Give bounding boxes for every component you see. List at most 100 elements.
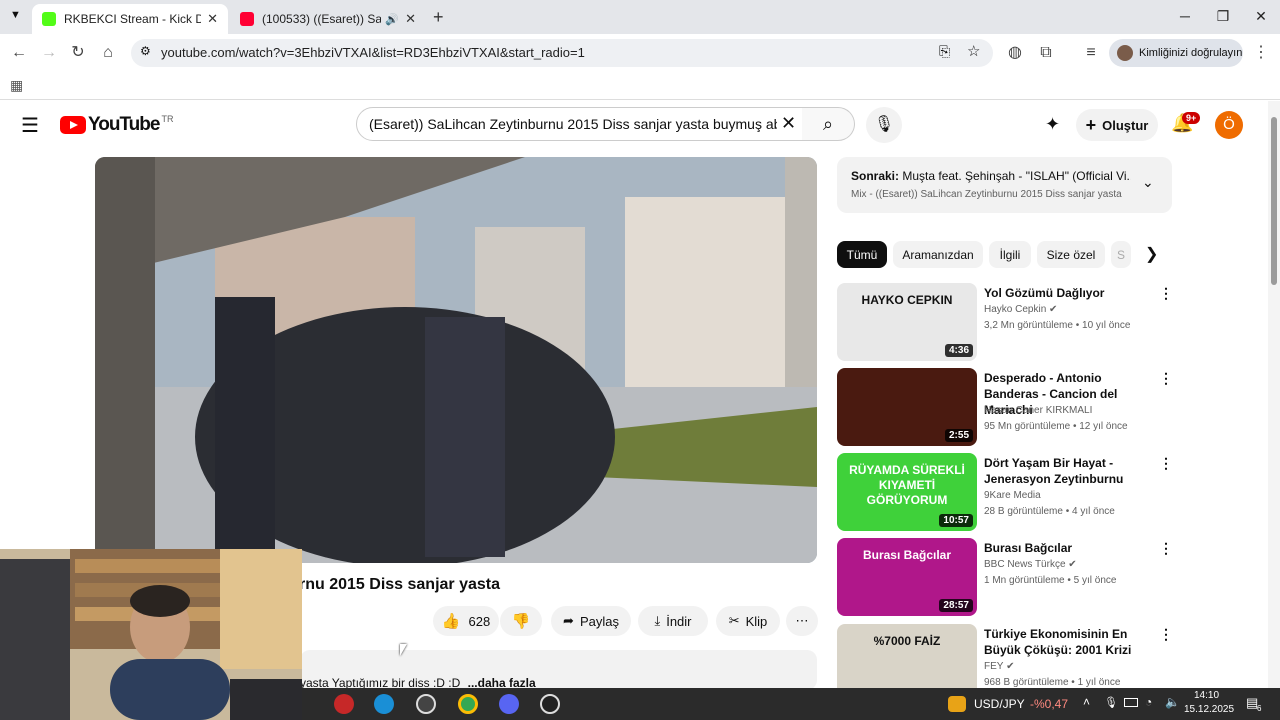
search-button[interactable]: ⌕ xyxy=(802,107,855,141)
recommendation-title[interactable]: Burası Bağcılar xyxy=(984,540,1154,556)
video-thumbnail[interactable]: HAYKO CEPKIN 4:36 xyxy=(837,283,977,361)
clip-button[interactable]: ✂ Klip xyxy=(716,606,780,636)
video-thumbnail[interactable]: 2:55 xyxy=(837,368,977,446)
youtube-logo[interactable]: YouTube TR xyxy=(60,114,173,136)
voice-search-button[interactable]: 🎙 xyxy=(866,107,902,143)
description-box[interactable]: yasta Yaptığımız bir diss :D :D ...daha … xyxy=(300,650,817,690)
tab-youtube-video[interactable]: (100533) ((Esaret)) SaLihcan 🔊 ✕ xyxy=(230,4,426,34)
recommendation-item[interactable]: HAYKO CEPKIN 4:36 Yol Gözümü Dağlıyor Hayko… xyxy=(837,283,1177,363)
chip-for-you[interactable]: Size özel xyxy=(1037,241,1105,268)
video-thumbnail[interactable]: Burası Bağcılar 28:57 xyxy=(837,538,977,616)
more-vertical-icon[interactable]: ⋮ xyxy=(1159,540,1173,557)
search-input[interactable]: (Esaret)) SaLihcan Zeytinburnu 2015 Diss… xyxy=(356,107,803,141)
tray-battery-icon[interactable] xyxy=(1124,698,1138,707)
page-scrollbar[interactable] xyxy=(1268,101,1280,688)
forward-icon[interactable]: → xyxy=(38,42,60,64)
edge-icon[interactable] xyxy=(374,694,394,714)
video-player[interactable] xyxy=(95,157,817,563)
recommendation-title[interactable]: Yol Gözümü Dağlıyor xyxy=(984,285,1154,301)
duration-badge: 10:57 xyxy=(939,514,973,527)
chip-all[interactable]: Tümü xyxy=(837,241,887,268)
autoplay-next-panel[interactable]: Sonraki: Muşta feat. Şehinşah - "ISLAH" … xyxy=(837,157,1172,213)
recommendation-title[interactable]: Türkiye Ekonomisinin En Büyük Çöküşü: 20… xyxy=(984,626,1154,658)
ticker-symbol[interactable]: USD/JPY xyxy=(974,697,1025,711)
recommendation-title[interactable]: Dört Yaşam Bir Hayat - Jenerasyon Zeytin… xyxy=(984,455,1154,487)
tray-mic-icon[interactable]: 🎙 xyxy=(1104,696,1118,709)
media-controls-icon[interactable]: ≡ xyxy=(1080,42,1102,64)
more-vertical-icon[interactable]: ⋮ xyxy=(1159,455,1173,472)
url-text: youtube.com/watch?v=3EhbziVTXAI&list=RD3… xyxy=(161,45,585,60)
obs-icon[interactable] xyxy=(416,694,436,714)
tray-volume-icon[interactable]: 🔈 xyxy=(1165,695,1180,709)
kick-favicon-icon xyxy=(42,12,56,26)
download-button[interactable]: ⤓ İndir xyxy=(638,606,708,636)
back-icon[interactable]: ← xyxy=(8,42,30,64)
more-vertical-icon[interactable]: ⋮ xyxy=(1159,626,1173,643)
create-button[interactable]: + Oluştur xyxy=(1076,109,1158,141)
channel-name[interactable]: FEY ✔ xyxy=(984,661,1014,672)
more-vertical-icon[interactable]: ⋮ xyxy=(1159,370,1173,387)
expand-chevron-icon[interactable]: ⌄ xyxy=(1142,174,1154,191)
address-bar[interactable]: ⚙ youtube.com/watch?v=3EhbziVTXAI&list=R… xyxy=(131,39,993,67)
close-window-icon[interactable]: ✕ xyxy=(1249,6,1273,26)
recommendation-item[interactable]: RÜYAMDA SÜREKLİ KIYAMETİ GÖRÜYORUM 10:57 D… xyxy=(837,453,1177,533)
video-frame xyxy=(95,157,817,563)
chip-partial[interactable]: S xyxy=(1111,241,1131,268)
reload-icon[interactable]: ↻ xyxy=(67,42,89,64)
taskbar-app-red-icon[interactable] xyxy=(334,694,354,714)
profile-button[interactable]: Kimliğinizi doğrulayın xyxy=(1109,39,1243,67)
video-thumbnail[interactable]: RÜYAMDA SÜREKLİ KIYAMETİ GÖRÜYORUM 10:57 xyxy=(837,453,977,531)
install-app-icon[interactable]: ⎘ xyxy=(939,43,950,60)
tray-overflow-icon[interactable]: ˄ xyxy=(1083,695,1090,709)
minimize-icon[interactable]: ─ xyxy=(1173,6,1197,26)
puzzle-extensions-icon[interactable]: ⧉ xyxy=(1035,42,1057,64)
channel-name[interactable]: Hasan Caner KIRKMALI xyxy=(984,405,1092,416)
site-info-icon[interactable]: ⚙ xyxy=(140,44,151,58)
more-vertical-icon[interactable]: ⋮ xyxy=(1159,285,1173,302)
premium-gift-icon[interactable]: ✦ xyxy=(1045,114,1060,135)
view-count: 3,2 Mn görüntüleme xyxy=(984,320,1073,331)
chip-from-search[interactable]: Aramanızdan xyxy=(893,241,983,268)
chrome-icon[interactable] xyxy=(458,694,478,714)
channel-name[interactable]: Hayko Cepkin ✔ xyxy=(984,304,1057,315)
chip-related[interactable]: İlgili xyxy=(989,241,1031,268)
upload-age: 1 yıl önce xyxy=(1077,677,1121,688)
channel-name[interactable]: BBC News Türkçe ✔ xyxy=(984,559,1077,570)
notification-count-badge: 9+ xyxy=(1182,112,1201,124)
more-actions-button[interactable]: ⋯ xyxy=(786,606,818,636)
speaker-icon[interactable]: 🔊 xyxy=(385,13,399,26)
upload-age: 10 yıl önce xyxy=(1082,320,1131,331)
chrome-menu-icon[interactable]: ⋮ xyxy=(1250,42,1272,64)
clear-search-icon[interactable]: ✕ xyxy=(781,113,796,134)
share-button[interactable]: ➦ Paylaş xyxy=(551,606,631,636)
app-record-icon[interactable] xyxy=(540,694,560,714)
like-button[interactable]: 👍 628 xyxy=(433,606,499,636)
bookmark-star-icon[interactable]: ☆ xyxy=(967,42,980,60)
maximize-icon[interactable]: ❐ xyxy=(1211,6,1235,26)
scissors-icon: ✂ xyxy=(728,613,740,628)
close-tab-icon[interactable]: ✕ xyxy=(207,11,218,27)
scrollbar-thumb[interactable] xyxy=(1271,117,1277,285)
chips-next-arrow-icon[interactable]: ❯ xyxy=(1145,244,1158,264)
recommendation-item[interactable]: Burası Bağcılar 28:57 Burası Bağcılar BBC N… xyxy=(837,538,1177,618)
dislike-button[interactable]: 👎 xyxy=(500,606,542,636)
close-tab-icon[interactable]: ✕ xyxy=(405,11,416,27)
extension-icon[interactable]: ◍ xyxy=(1004,42,1026,64)
tab-list-chevron-icon[interactable]: ▼ xyxy=(10,9,21,21)
tray-wifi-icon[interactable]: ◔ xyxy=(1145,695,1152,709)
menu-hamburger-icon[interactable]: ☰ xyxy=(21,113,39,138)
youtube-favicon-icon xyxy=(240,12,254,26)
apps-grid-icon[interactable]: ▦ xyxy=(10,77,23,94)
account-avatar[interactable]: Ö xyxy=(1215,111,1243,139)
channel-name[interactable]: 9Kare Media xyxy=(984,490,1041,501)
view-count: 28 B görüntüleme xyxy=(984,506,1063,517)
discord-icon[interactable] xyxy=(499,694,519,714)
download-label: İndir xyxy=(666,613,692,629)
home-icon[interactable]: ⌂ xyxy=(97,42,119,64)
tab-kick-dashboard[interactable]: RKBEKCI Stream - Kick Dashboard ✕ xyxy=(32,4,228,34)
clock-date[interactable]: 15.12.2025 xyxy=(1184,704,1234,715)
new-tab-button[interactable]: + xyxy=(433,7,444,28)
clock-time[interactable]: 14:10 xyxy=(1194,690,1219,701)
recommendation-item[interactable]: 2:55 Desperado - Antonio Banderas - Canci… xyxy=(837,368,1177,448)
channel-label: 9Kare Media xyxy=(984,490,1041,501)
